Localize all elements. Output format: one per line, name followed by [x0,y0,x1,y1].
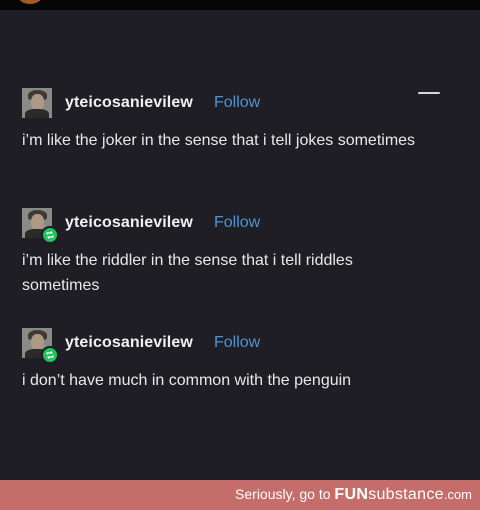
post-header: yteicosanievilew Follow [22,328,462,364]
follow-button[interactable]: Follow [214,334,260,352]
post: yteicosanievilew Follow i’m like the rid… [22,208,462,298]
watermark[interactable]: Seriously, go to FUNsubstance.com [235,486,472,504]
watermark-bar: Seriously, go to FUNsubstance.com [0,480,480,510]
post-thread-card: yteicosanievilew Follow i’m like the jok… [0,10,480,480]
post-header: yteicosanievilew Follow [22,208,462,244]
post-header: yteicosanievilew Follow [22,88,462,118]
post-text: i’m like the joker in the sense that i t… [22,132,416,149]
follow-button[interactable]: Follow [214,214,260,232]
post: yteicosanievilew Follow i’m like the jok… [22,88,462,153]
post: yteicosanievilew Follow i don’t have muc… [22,328,462,393]
top-edge [0,0,480,10]
reblog-icon [41,226,59,244]
follow-button[interactable]: Follow [214,94,260,112]
username[interactable]: yteicosanievilew [65,94,193,112]
watermark-brand-fun: FUN [334,486,369,503]
watermark-prefix: Seriously, go to [235,486,335,502]
username[interactable]: yteicosanievilew [65,334,193,352]
username[interactable]: yteicosanievilew [65,214,193,232]
avatar[interactable] [22,88,52,118]
post-text: i don’t have much in common with the pen… [22,372,352,389]
watermark-brand-substance: substance [368,486,444,503]
post-text: i’m like the riddler in the sense that i… [22,252,353,294]
watermark-brand-tld: .com [443,487,472,502]
partial-emoji-icon [18,0,42,4]
reblog-icon [41,346,59,364]
